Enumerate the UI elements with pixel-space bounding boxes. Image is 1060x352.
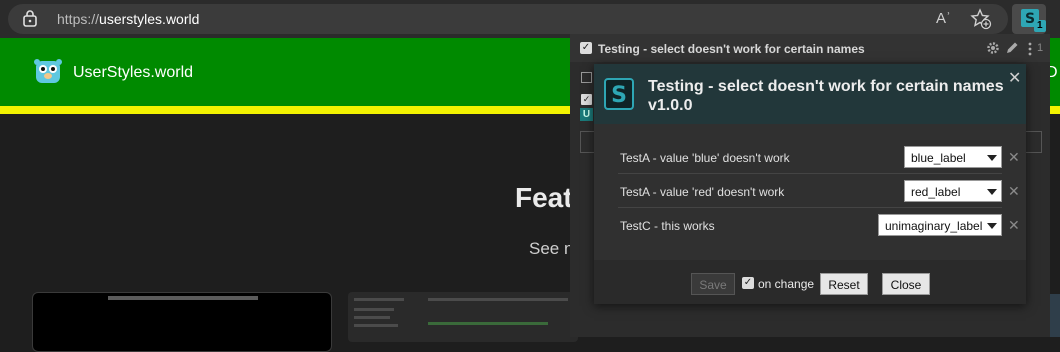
style-count: 1 — [1037, 42, 1044, 54]
remove-option-icon[interactable]: ✕ — [1008, 149, 1020, 166]
extension-badge: 1 — [1034, 20, 1046, 32]
remove-option-icon[interactable]: ✕ — [1008, 217, 1020, 234]
option-select[interactable]: red_label — [904, 180, 1002, 202]
option-label: TestA - value 'red' doesn't work — [620, 185, 785, 199]
url-text[interactable]: https://userstyles.world — [57, 11, 199, 27]
on-change-checkbox[interactable]: ✓ — [742, 277, 754, 289]
style-enabled-checkbox[interactable]: ✓ — [580, 42, 592, 54]
stylus-logo-icon: S — [604, 78, 634, 110]
update-badge: U — [580, 108, 593, 121]
side-preview-strip — [1050, 294, 1060, 337]
style-card-preview[interactable] — [348, 292, 578, 342]
option-row: TestC - this works unimaginary_label ✕ — [618, 208, 1020, 242]
menu-dots-icon[interactable] — [1028, 42, 1032, 56]
remove-option-icon[interactable]: ✕ — [1008, 183, 1020, 200]
lock-icon — [23, 10, 37, 27]
browser-toolbar: https://userstyles.world Aʾ S 1 — [0, 0, 1060, 38]
svg-text:S: S — [611, 83, 627, 108]
site-logo-icon[interactable] — [33, 57, 63, 85]
save-button[interactable]: Save — [691, 273, 735, 295]
chevron-down-icon — [987, 223, 997, 229]
gear-icon[interactable] — [986, 41, 1000, 55]
option-select[interactable]: unimaginary_label — [878, 214, 1002, 236]
config-dialog: S Testing - select doesn't work for cert… — [594, 64, 1026, 304]
close-icon[interactable]: ✕ — [1008, 68, 1021, 88]
card-preview-bar — [108, 296, 258, 300]
dialog-footer: Save ✓ on change Reset Close — [594, 260, 1026, 304]
on-change-label[interactable]: on change — [758, 277, 814, 291]
option-label: TestC - this works — [620, 219, 715, 233]
stylus-extension-button[interactable]: S 1 — [1012, 4, 1046, 34]
site-name[interactable]: UserStyles.world — [73, 64, 193, 82]
style-entry-title[interactable]: Testing - select doesn't work for certai… — [598, 42, 865, 56]
close-button[interactable]: Close — [882, 273, 930, 295]
style-checkbox[interactable]: ✓ — [581, 94, 592, 105]
style-checkbox[interactable] — [581, 72, 592, 83]
chevron-down-icon — [987, 155, 997, 161]
add-favorite-icon[interactable] — [970, 8, 992, 30]
pencil-icon[interactable] — [1004, 40, 1020, 56]
dialog-title: Testing - select doesn't work for certai… — [648, 78, 1004, 114]
option-select[interactable]: blue_label — [904, 146, 1002, 168]
reset-button[interactable]: Reset — [820, 273, 868, 295]
option-label: TestA - value 'blue' doesn't work — [620, 151, 790, 165]
read-aloud-icon[interactable]: Aʾ — [936, 10, 951, 27]
featured-subtitle: See n — [529, 239, 574, 258]
option-row: TestA - value 'red' doesn't work red_lab… — [618, 174, 1020, 208]
style-card-preview[interactable] — [32, 292, 332, 352]
featured-heading: Feat — [515, 182, 573, 213]
option-row: TestA - value 'blue' doesn't work blue_l… — [618, 140, 1020, 174]
chevron-down-icon — [987, 189, 997, 195]
